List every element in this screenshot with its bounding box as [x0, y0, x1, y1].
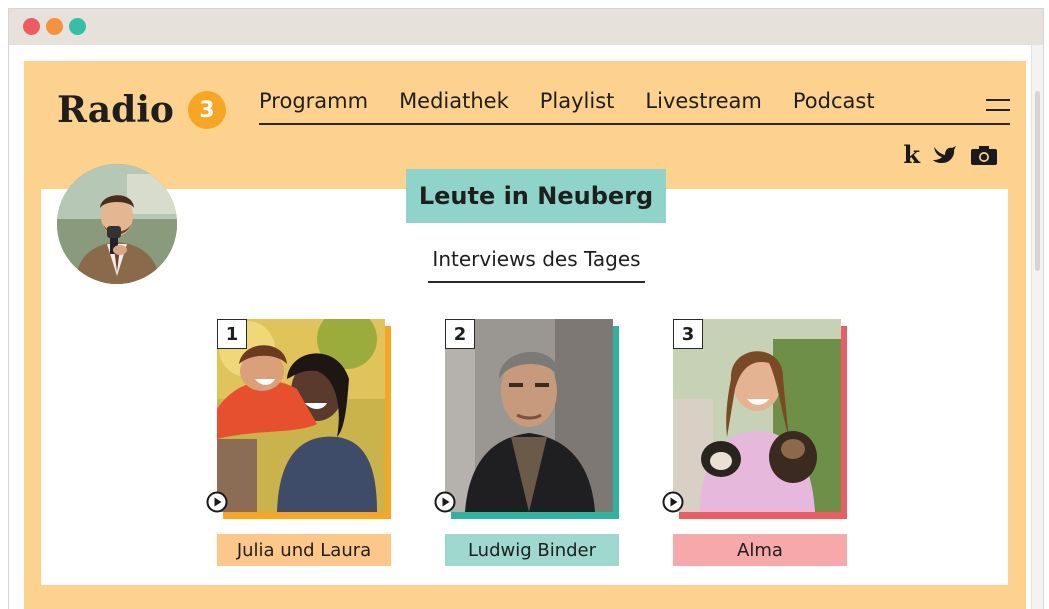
nav-item-programm[interactable]: Programm	[259, 89, 368, 113]
nav-item-playlist[interactable]: Playlist	[540, 89, 615, 113]
card-photo-wrap: 2	[434, 319, 619, 519]
play-icon[interactable]	[206, 491, 228, 513]
card-number: 3	[673, 319, 703, 349]
maximize-window-button[interactable]	[69, 18, 86, 35]
play-icon[interactable]	[434, 491, 456, 513]
scrollbar-thumb[interactable]	[1035, 91, 1040, 271]
card-photo-wrap: 1	[206, 319, 391, 519]
section-title: Leute in Neuberg	[406, 169, 666, 223]
main-nav: Programm Mediathek Playlist Livestream P…	[259, 89, 1010, 125]
minimize-window-button[interactable]	[46, 18, 63, 35]
card-number: 2	[445, 319, 475, 349]
interview-card-1[interactable]: 1 Julia und Laura	[206, 319, 393, 569]
logo-badge: 3	[188, 91, 226, 129]
card-name[interactable]: Ludwig Binder	[445, 534, 619, 566]
card-name[interactable]: Julia und Laura	[217, 534, 391, 566]
bird-icon[interactable]	[932, 144, 958, 166]
section-subtitle: Interviews des Tages	[428, 247, 645, 283]
close-window-button[interactable]	[23, 18, 40, 35]
interview-card-3[interactable]: 3 Alma	[662, 319, 849, 569]
card-number: 1	[217, 319, 247, 349]
card-photo-wrap: 3	[662, 319, 847, 519]
card-name[interactable]: Alma	[673, 534, 847, 566]
reporter-avatar	[57, 164, 177, 284]
radio-site: Radio 3 Programm Mediathek Playlist Live…	[24, 61, 1026, 609]
title-bar	[9, 9, 1043, 45]
browser-window: Radio 3 Programm Mediathek Playlist Live…	[8, 8, 1044, 609]
k-icon[interactable]: k	[903, 143, 920, 167]
nav-item-livestream[interactable]: Livestream	[645, 89, 761, 113]
scrollbar[interactable]	[1031, 45, 1043, 609]
interview-card-2[interactable]: 2 Ludwig Binder	[434, 319, 621, 569]
menu-icon[interactable]	[986, 99, 1010, 113]
camera-icon[interactable]	[970, 144, 998, 166]
nav-item-mediathek[interactable]: Mediathek	[399, 89, 509, 113]
play-icon[interactable]	[662, 491, 684, 513]
nav-item-podcast[interactable]: Podcast	[793, 89, 875, 113]
site-logo[interactable]: Radio	[57, 89, 174, 131]
social-links: k	[903, 143, 998, 167]
